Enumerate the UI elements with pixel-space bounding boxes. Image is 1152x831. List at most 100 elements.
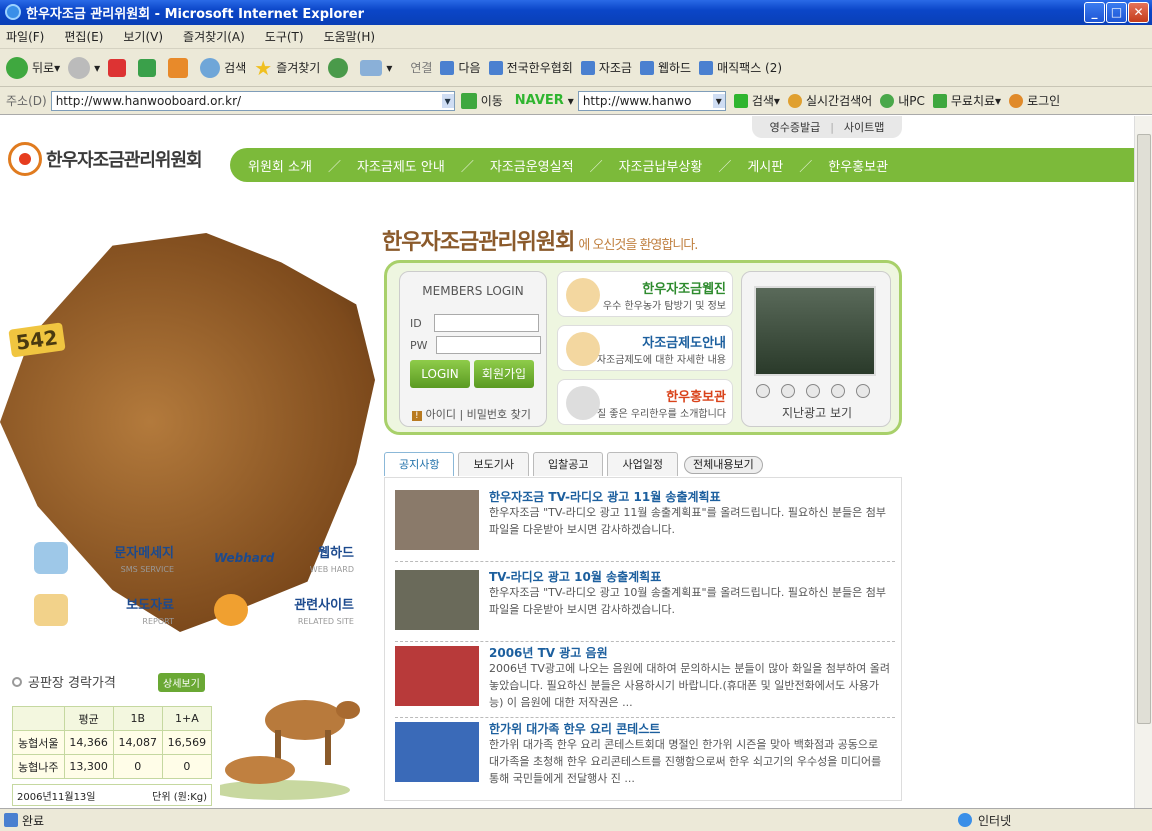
webhard-logo: Webhard (214, 551, 275, 565)
price-more-button[interactable]: 상세보기 (158, 673, 205, 692)
bullet-icon (12, 676, 22, 687)
forward-button[interactable]: ▾ (68, 56, 100, 79)
mypc-button[interactable]: 내PC (880, 92, 925, 109)
menu-file[interactable]: 파일(F) (6, 28, 44, 45)
refresh-button[interactable] (138, 58, 160, 77)
table-row: 농협서울 14,366 14,087 16,569 (12, 730, 213, 755)
back-button[interactable]: 뒤로 ▾ (6, 56, 60, 79)
menu-favorites[interactable]: 즐겨찾기(A) (183, 28, 245, 45)
site-logo[interactable]: 한우자조금관리위원회 (8, 142, 203, 176)
board-tabs: 공지사항 보도기사 입찰공고 사업일정 (384, 452, 682, 476)
mail-button[interactable]: ▾ (360, 59, 392, 76)
alert-icon: ! (412, 411, 422, 421)
top-links: 영수증발급 | 사이트맵 (752, 116, 902, 138)
play-icon[interactable] (806, 384, 820, 398)
quick-related[interactable]: 관련사이트 RELATED SITE (194, 588, 364, 632)
scrollbar-thumb[interactable] (1137, 134, 1151, 724)
search-button[interactable]: 검색 (200, 57, 246, 78)
tab-press[interactable]: 보도기사 (458, 452, 529, 476)
minimize-button[interactable]: _ (1084, 2, 1105, 23)
farmer-icon (566, 278, 600, 312)
menu-view[interactable]: 보기(V) (123, 28, 163, 45)
nav-separator: ／ (718, 159, 732, 175)
news-body: 한우자조금 "TV-라디오 광고 10월 송출계획표"를 올려드립니다. 필요하… (489, 586, 886, 616)
stop-icon[interactable] (781, 384, 795, 398)
naver-search-input[interactable]: http://www.hanwo ▾ (577, 90, 726, 111)
tv-ad-video[interactable] (754, 286, 876, 376)
tab-bid[interactable]: 입찰공고 (532, 452, 604, 476)
volume-icon[interactable] (831, 384, 845, 398)
news-title[interactable]: 한가위 대가족 한우 요리 콘테스트 (489, 720, 660, 737)
promo-system-guide[interactable]: 자조금제도안내 자조금제도에 대한 자세한 내용 (557, 325, 733, 371)
view-all-button[interactable]: 전체내용보기 (684, 456, 763, 474)
sitemap-link[interactable]: 사이트맵 (844, 119, 884, 135)
go-button[interactable]: 이동 (460, 92, 503, 109)
zone-indicator: 인터넷 (958, 812, 1011, 829)
nav-system-guide[interactable]: 자조금제도 안내 (357, 156, 445, 175)
home-button[interactable] (168, 57, 192, 78)
news-title[interactable]: 2006년 TV 광고 음원 (489, 644, 608, 661)
login-icon (1009, 93, 1024, 108)
nav-about[interactable]: 위원회 소개 (248, 156, 312, 175)
realtime-search-button[interactable]: 실시간검색어 (787, 92, 872, 109)
favorites-button[interactable]: ★ 즐겨찾기 (254, 56, 320, 80)
quick-links: 문자메세지 SMS SERVICE Webhard 웹하드 WEB HARD 보도자… (14, 534, 368, 638)
nav-promotion[interactable]: 한우홍보관 (828, 156, 888, 175)
menu-tools[interactable]: 도구(T) (265, 28, 304, 45)
quick-webhard[interactable]: Webhard 웹하드 WEB HARD (194, 536, 364, 580)
promo-hall[interactable]: 한우홍보관 질 좋은 우리한우를 소개합니다 (557, 379, 733, 425)
link-magicfax[interactable]: 매직팩스 (2) (699, 59, 782, 76)
past-ads-link[interactable]: 지난광고 보기 (742, 404, 892, 421)
link-jajogeum[interactable]: 자조금 (580, 59, 632, 76)
newspaper-icon (34, 594, 68, 626)
find-account-link[interactable]: ! 아이디 | 비밀번호 찾기 (412, 406, 531, 422)
history-button[interactable] (328, 57, 352, 78)
tab-schedule[interactable]: 사업일정 (607, 452, 678, 476)
fullscreen-icon[interactable] (856, 384, 870, 398)
address-input[interactable]: http://www.hanwooboard.or.kr/▾ (50, 90, 455, 111)
nav-operation[interactable]: 자조금운영실적 (490, 156, 574, 175)
search-icon (200, 57, 221, 78)
maximize-button[interactable]: □ (1106, 2, 1127, 23)
status-bar: 완료 인터넷 (0, 808, 1152, 831)
star-icon: ★ (254, 55, 273, 80)
tab-notice[interactable]: 공지사항 (384, 452, 455, 476)
news-title[interactable]: 한우자조금 TV-라디오 광고 11월 송출계획표 (489, 488, 721, 505)
rewind-icon[interactable] (756, 384, 770, 398)
dropdown-arrow-icon[interactable]: ▾ (441, 93, 454, 108)
list-item[interactable]: 한우자조금 TV-라디오 광고 11월 송출계획표 한우자조금 "TV-라디오 … (395, 486, 895, 562)
naver-search-button[interactable]: 검색 ▾ (733, 92, 780, 109)
stop-icon (108, 58, 127, 77)
web-page: 영수증발급 | 사이트맵 한우자조금관리위원회 위원회 소개 ／ 자조금제도 안내… (0, 116, 1134, 808)
link-daum[interactable]: 다음 (440, 59, 481, 76)
logo-mark-icon (8, 142, 42, 176)
promo-webzine[interactable]: 한우자조금웹진 우수 한우농가 탐방기 및 정보 (557, 271, 733, 317)
cows-image (220, 700, 360, 800)
quick-report[interactable]: 보도자료 REPORT (14, 588, 184, 632)
dropdown-arrow-icon[interactable]: ▾ (712, 93, 725, 108)
join-button[interactable]: 회원가입 (474, 360, 534, 388)
login-button[interactable]: LOGIN (410, 360, 470, 388)
table-header-row: 평균 1B 1+A (12, 706, 213, 731)
link-hanwoo-association[interactable]: 전국한우협회 (488, 59, 573, 76)
menu-edit[interactable]: 편집(E) (64, 28, 103, 45)
news-title[interactable]: TV-라디오 광고 10월 송출계획표 (489, 568, 661, 585)
nav-board[interactable]: 게시판 (747, 156, 783, 175)
list-item[interactable]: TV-라디오 광고 10월 송출계획표 한우자조금 "TV-라디오 광고 10월… (395, 566, 895, 642)
close-button[interactable]: ✕ (1128, 2, 1149, 23)
link-webhard[interactable]: 웹하드 (639, 59, 691, 76)
stop-button[interactable] (108, 58, 130, 77)
receipt-link[interactable]: 영수증발급 (770, 119, 821, 135)
vertical-scrollbar[interactable] (1134, 116, 1152, 808)
menu-help[interactable]: 도움말(H) (324, 28, 376, 45)
dropdown-arrow-icon[interactable]: ▾ (568, 94, 574, 108)
login-toolbar-button[interactable]: 로그인 (1009, 92, 1060, 109)
id-input[interactable] (433, 314, 539, 332)
refresh-icon (138, 58, 157, 77)
free-treatment-button[interactable]: 무료치료 ▾ (932, 92, 1001, 109)
nav-payment[interactable]: 자조금납부상황 (619, 156, 703, 175)
list-item[interactable]: 2006년 TV 광고 음원 2006년 TV광고에 나오는 음원에 대하여 문… (395, 642, 895, 718)
list-item[interactable]: 한가위 대가족 한우 요리 콘테스트 한가위 대가족 한우 요리 콘테스트회대 … (395, 718, 895, 794)
password-input[interactable] (435, 336, 541, 354)
quick-sms[interactable]: 문자메세지 SMS SERVICE (14, 536, 184, 580)
